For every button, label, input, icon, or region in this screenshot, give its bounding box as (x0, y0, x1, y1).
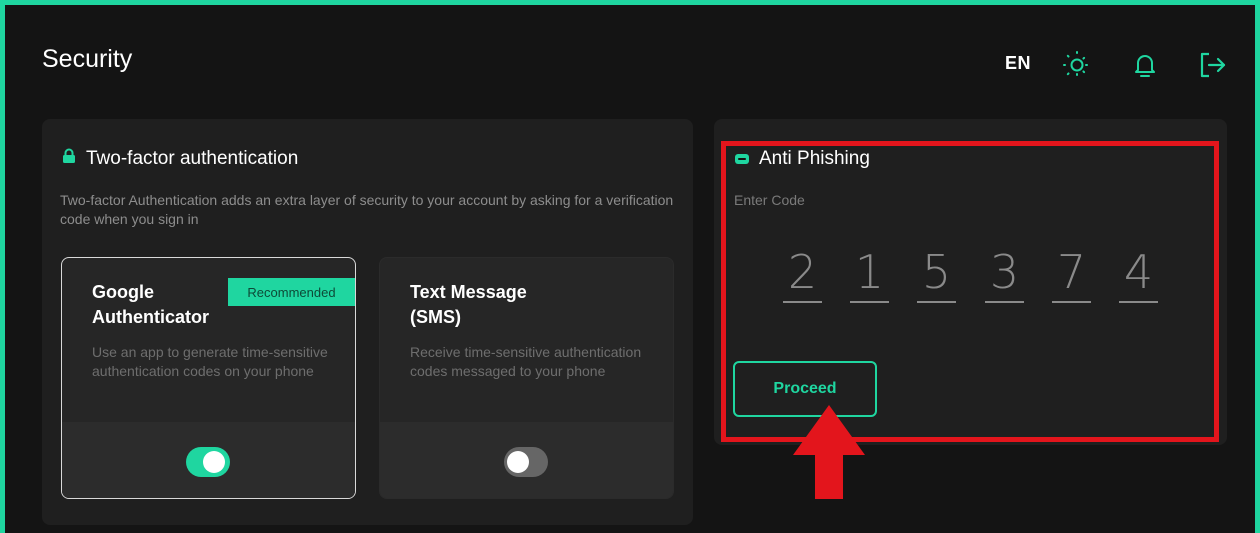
two-factor-heading: Two-factor authentication (62, 148, 298, 170)
google-authenticator-toggle[interactable] (186, 447, 230, 477)
page-title: Security (42, 45, 133, 73)
bell-icon[interactable] (1129, 49, 1161, 81)
logout-icon[interactable] (1197, 49, 1229, 81)
sun-icon[interactable] (1061, 49, 1093, 81)
toggle-knob (203, 451, 225, 473)
two-factor-title: Two-factor authentication (86, 148, 299, 169)
sms-title: Text Message (SMS) (410, 282, 527, 327)
highlight-box (721, 141, 1219, 442)
google-authenticator-description: Use an app to generate time-sensitive au… (92, 344, 328, 379)
sms-toggle[interactable] (504, 447, 548, 477)
google-authenticator-title: Google Authenticator (92, 282, 209, 327)
lock-icon (62, 148, 76, 170)
two-factor-description: Two-factor Authentication adds an extra … (60, 192, 674, 227)
google-authenticator-card[interactable]: Recommended Google Authenticator Use an … (61, 257, 356, 499)
sms-description: Receive time-sensitive authentication co… (410, 344, 642, 379)
sms-card[interactable]: Text Message (SMS) Receive time-sensitiv… (379, 257, 674, 499)
language-selector[interactable]: EN (1005, 53, 1031, 74)
toggle-knob (507, 451, 529, 473)
app-window: Security EN Two-factor authentication Tw… (0, 0, 1260, 533)
arrow-up-icon (791, 405, 867, 506)
